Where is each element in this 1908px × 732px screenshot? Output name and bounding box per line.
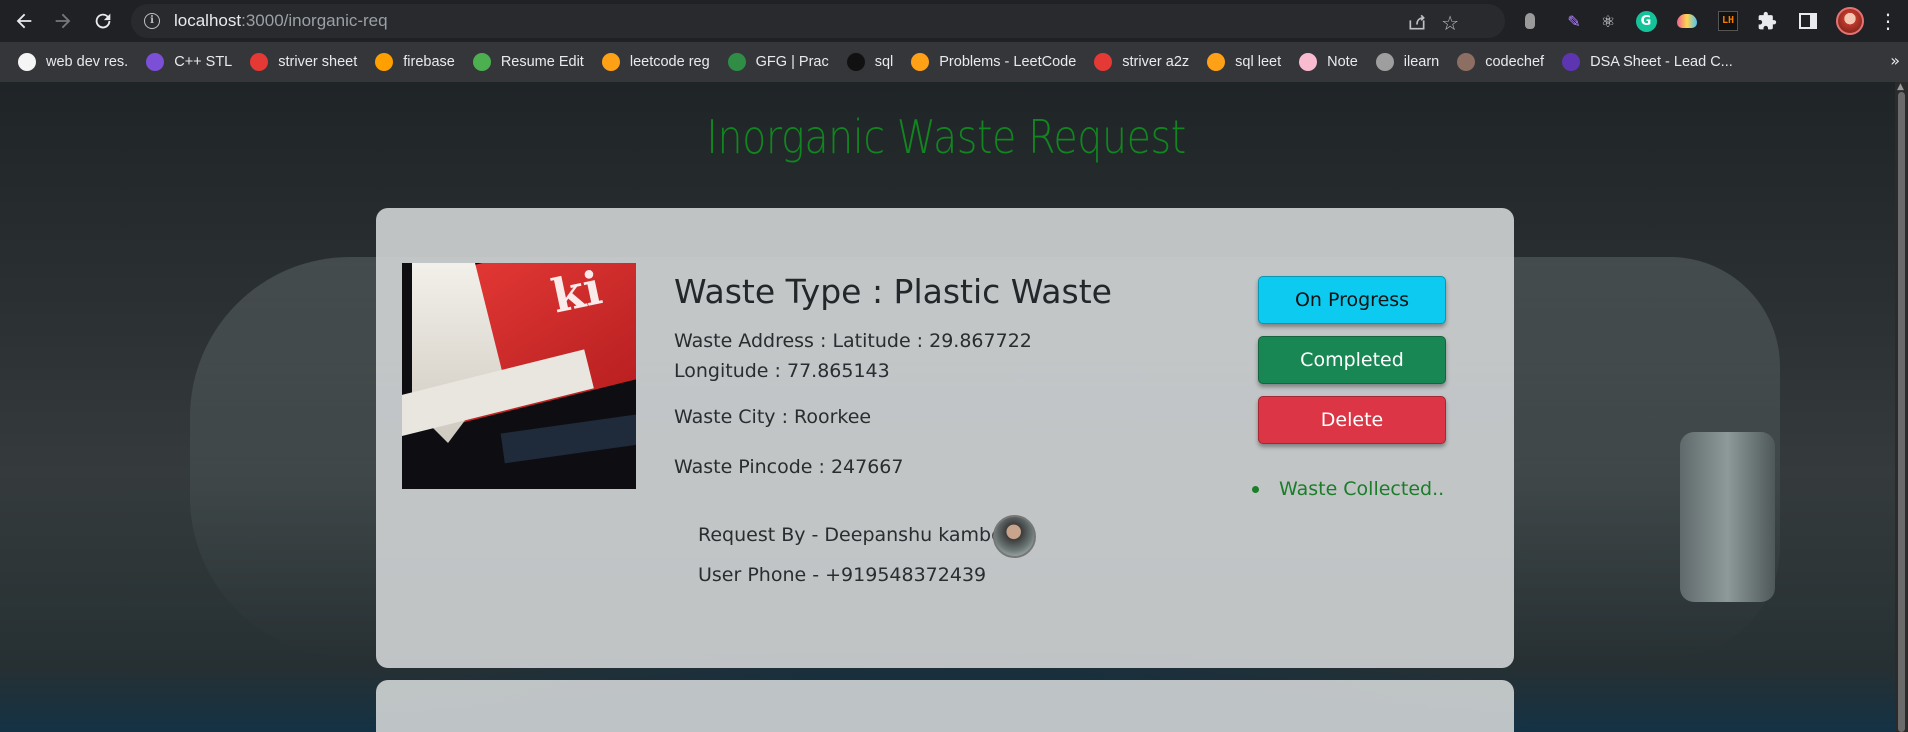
bookmark-favicon-icon xyxy=(1375,53,1394,71)
react-devtools-icon[interactable]: ⚛ xyxy=(1596,9,1620,33)
extension-icon-5[interactable] xyxy=(1675,9,1699,33)
scroll-up-arrow-icon[interactable]: ▲ xyxy=(1897,82,1904,92)
bookmark-label: striver a2z xyxy=(1122,54,1190,70)
bookmark-favicon-icon xyxy=(250,53,269,71)
completed-button[interactable]: Completed xyxy=(1258,336,1446,384)
on-progress-button[interactable]: On Progress xyxy=(1258,276,1446,324)
bookmark-favicon-icon xyxy=(1207,53,1226,71)
page-scrollbar[interactable]: ▲ xyxy=(1895,82,1908,732)
bookmark-favicon-icon xyxy=(472,53,491,71)
bookmark-label: sql leet xyxy=(1235,54,1282,70)
user-phone: User Phone - +919548372439 xyxy=(698,564,987,586)
waste-photo: ki xyxy=(402,263,636,489)
scrollbar-thumb[interactable] xyxy=(1898,92,1905,732)
request-card: ki Waste Type : Plastic Waste Waste Addr… xyxy=(376,208,1514,668)
bookmark-item[interactable]: sql xyxy=(841,46,900,78)
waste-address: Waste Address : Latitude : 29.867722 Lon… xyxy=(674,330,1032,382)
bookmark-label: C++ STL xyxy=(174,54,233,70)
profile-avatar[interactable] xyxy=(1836,7,1864,35)
bookmark-label: Problems - LeetCode xyxy=(939,54,1077,70)
bookmark-label: Resume Edit xyxy=(500,54,584,70)
bookmark-label: striver sheet xyxy=(278,54,358,70)
bookmark-item[interactable]: sql leet xyxy=(1201,46,1287,78)
bookmark-favicon-icon xyxy=(1562,53,1581,71)
bookmark-item[interactable]: striver a2z xyxy=(1088,46,1195,78)
bookmark-item[interactable]: striver sheet xyxy=(244,46,363,78)
url-text[interactable]: localhost:3000/inorganic-req xyxy=(174,11,388,31)
url-host: localhost xyxy=(174,11,242,30)
bookmark-item[interactable]: leetcode reg xyxy=(596,46,716,78)
side-panel-icon[interactable] xyxy=(1796,9,1820,33)
grammarly-icon[interactable]: G xyxy=(1634,9,1658,33)
bookmark-favicon-icon xyxy=(1457,53,1476,71)
bookmarks-bar: web dev res. C++ STL striver sheet firebase… xyxy=(0,42,1908,82)
bookmark-label: codechef xyxy=(1485,54,1545,70)
delete-button[interactable]: Delete xyxy=(1258,396,1446,444)
bullet-dot-icon xyxy=(1252,485,1259,493)
bookmark-label: web dev res. xyxy=(46,54,129,70)
bookmark-favicon-icon xyxy=(911,53,930,71)
browser-toolbar: i localhost:3000/inorganic-req ☆ ✎ ⚛ G L… xyxy=(0,0,1908,42)
bookmark-favicon-icon xyxy=(18,53,36,71)
bookmark-item[interactable]: web dev res. xyxy=(12,46,134,78)
bookmark-item[interactable]: Problems - LeetCode xyxy=(905,46,1082,78)
page-content: Inorganic Waste Request ki Waste Type : … xyxy=(0,82,1908,732)
bookmark-favicon-icon xyxy=(375,53,394,71)
site-info-icon[interactable]: i xyxy=(144,13,160,29)
bookmark-item[interactable]: ilearn xyxy=(1370,46,1445,78)
bookmark-favicon-icon xyxy=(146,53,165,71)
bookmark-label: GFG | Prac xyxy=(755,54,829,70)
page-title: Inorganic Waste Request xyxy=(706,110,1186,164)
bookmark-item[interactable]: Note xyxy=(1293,46,1364,78)
bookmark-label: sql xyxy=(874,54,894,70)
waste-type-heading: Waste Type : Plastic Waste xyxy=(674,272,1112,311)
extension-icon-2[interactable]: ✎ xyxy=(1562,9,1586,33)
forward-arrow-icon[interactable] xyxy=(45,3,81,39)
bookmark-label: ilearn xyxy=(1403,54,1440,70)
lighthouse-icon[interactable]: LH xyxy=(1716,9,1740,33)
bookmark-item[interactable]: GFG | Prac xyxy=(722,46,835,78)
bookmark-label: DSA Sheet - Lead C... xyxy=(1590,54,1733,70)
waste-pincode: Waste Pincode : 247667 xyxy=(674,456,904,478)
back-arrow-icon[interactable] xyxy=(6,3,42,39)
waste-photo-brand-text: ki xyxy=(546,263,607,324)
status-item: Waste Collected.. xyxy=(1252,478,1444,500)
bookmark-favicon-icon xyxy=(846,53,865,71)
status-text: Waste Collected.. xyxy=(1279,478,1445,500)
background-bottle-cap xyxy=(1680,432,1775,602)
extensions-puzzle-icon[interactable] xyxy=(1755,9,1779,33)
bookmark-item[interactable]: C++ STL xyxy=(140,46,238,78)
address-bar[interactable]: i localhost:3000/inorganic-req ☆ xyxy=(131,4,1505,38)
bookmark-item[interactable]: DSA Sheet - Lead C... xyxy=(1556,46,1739,78)
kebab-menu-icon[interactable]: ⋮ xyxy=(1876,9,1900,33)
bookmark-label: firebase xyxy=(403,54,455,70)
bookmark-star-icon[interactable]: ☆ xyxy=(1441,11,1459,35)
request-by: Request By - Deepanshu kamboj xyxy=(698,524,1008,546)
share-icon[interactable] xyxy=(1407,12,1427,36)
bookmark-item[interactable]: Resume Edit xyxy=(467,46,590,78)
bookmark-label: Note xyxy=(1327,54,1358,70)
bookmark-favicon-icon xyxy=(1094,53,1113,71)
bookmark-item[interactable]: codechef xyxy=(1451,46,1550,78)
bookmark-favicon-icon xyxy=(1299,53,1318,71)
bookmark-item[interactable]: firebase xyxy=(369,46,461,78)
url-path: :3000/inorganic-req xyxy=(241,11,388,30)
extension-icon-1[interactable] xyxy=(1518,9,1542,33)
request-card-next xyxy=(376,680,1514,732)
bookmark-favicon-icon xyxy=(601,53,620,71)
waste-city: Waste City : Roorkee xyxy=(674,406,872,428)
bookmarks-overflow-icon[interactable]: » xyxy=(1890,51,1900,70)
reload-icon[interactable] xyxy=(85,3,121,39)
user-avatar xyxy=(993,515,1036,558)
bookmark-label: leetcode reg xyxy=(629,54,710,70)
bookmark-favicon-icon xyxy=(727,53,746,71)
